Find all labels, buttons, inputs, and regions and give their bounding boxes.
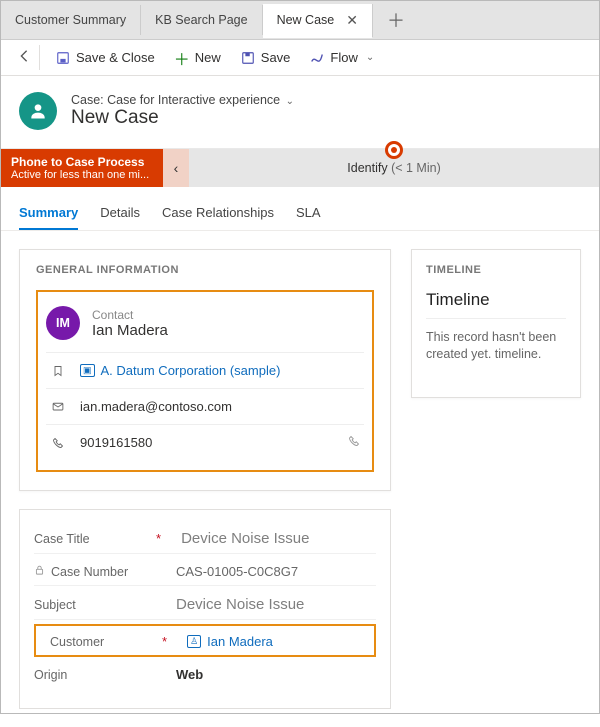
account-link[interactable]: ▣ A. Datum Corporation (sample): [80, 363, 280, 378]
contact-avatar: IM: [46, 306, 80, 340]
stage-duration: (< 1 Min): [391, 161, 441, 175]
email-row[interactable]: ian.madera@contoso.com: [46, 388, 364, 424]
contact-header: IM Contact Ian Madera: [46, 302, 364, 352]
contact-name: Ian Madera: [92, 322, 168, 339]
left-column: GENERAL INFORMATION IM Contact Ian Mader…: [19, 249, 391, 709]
record-header: Case: Case for Interactive experience ⌄ …: [1, 76, 599, 149]
main-content: GENERAL INFORMATION IM Contact Ian Mader…: [1, 231, 599, 727]
customer-link[interactable]: ♙ Ian Madera: [167, 634, 273, 649]
tab-label: Customer Summary: [15, 13, 126, 27]
tab-summary[interactable]: Summary: [19, 197, 78, 230]
origin-row[interactable]: Origin Web: [34, 657, 376, 688]
tab-customer-summary[interactable]: Customer Summary: [1, 5, 141, 35]
origin-label: Origin: [34, 668, 67, 682]
ctab-label: Case Relationships: [162, 205, 274, 220]
flow-button[interactable]: Flow ⌄: [302, 44, 382, 71]
phone-row[interactable]: 9019161580: [46, 424, 364, 460]
chevron-down-icon: ⌄: [366, 52, 374, 63]
save-close-button[interactable]: Save & Close: [48, 44, 163, 71]
page-title: New Case: [71, 107, 294, 129]
tab-details[interactable]: Details: [100, 197, 140, 230]
ctab-label: Details: [100, 205, 140, 220]
tab-case-relationships[interactable]: Case Relationships: [162, 197, 274, 230]
timeline-card: TIMELINE Timeline This record hasn't bee…: [411, 249, 581, 398]
tab-new-case[interactable]: New Case ✕: [263, 4, 373, 38]
subject-value[interactable]: Device Noise Issue: [156, 596, 376, 613]
timeline-section-heading: TIMELINE: [426, 264, 566, 276]
process-status: Active for less than one mi...: [11, 169, 153, 181]
process-name-cell[interactable]: Phone to Case Process Active for less th…: [1, 149, 163, 187]
new-button[interactable]: ＋ New: [167, 44, 229, 71]
bookmark-icon: [50, 364, 66, 378]
contact-icon: ♙: [187, 635, 201, 648]
save-close-label: Save & Close: [76, 50, 155, 65]
case-avatar: [19, 92, 57, 130]
ctab-label: SLA: [296, 205, 321, 220]
stage-label: Identify: [347, 161, 387, 175]
back-button[interactable]: [9, 45, 40, 70]
save-icon: [241, 51, 255, 65]
tab-label: New Case: [277, 13, 335, 27]
save-label: Save: [261, 50, 291, 65]
header-text: Case: Case for Interactive experience ⌄ …: [71, 93, 294, 129]
account-icon: ▣: [80, 364, 95, 377]
breadcrumb: Case: Case for Interactive experience: [71, 93, 280, 107]
call-icon[interactable]: [348, 435, 360, 450]
lock-icon: [34, 564, 45, 579]
case-number-row: Case Number CAS-01005-C0C8G7: [34, 554, 376, 586]
timeline-title: Timeline: [426, 290, 566, 310]
mail-icon: [50, 401, 66, 413]
case-title-label: Case Title: [34, 532, 90, 546]
avatar-initials: IM: [56, 316, 70, 330]
case-title-value[interactable]: Device Noise Issue: [161, 530, 376, 547]
subject-label: Subject: [34, 598, 76, 612]
general-info-card: GENERAL INFORMATION IM Contact Ian Mader…: [19, 249, 391, 491]
chevron-down-icon[interactable]: ⌄: [286, 96, 294, 107]
origin-value[interactable]: Web: [156, 667, 376, 682]
tab-label: KB Search Page: [155, 13, 247, 27]
customer-label: Customer: [50, 635, 104, 649]
subject-row[interactable]: Subject Device Noise Issue: [34, 586, 376, 620]
timeline-empty-message: This record hasn't been created yet. tim…: [426, 318, 566, 363]
phone-value: 9019161580: [80, 435, 152, 450]
company-row[interactable]: ▣ A. Datum Corporation (sample): [46, 352, 364, 388]
process-back-button[interactable]: ‹: [163, 149, 189, 187]
tab-bar: Customer Summary KB Search Page New Case…: [1, 1, 599, 40]
customer-highlight-row[interactable]: Customer * ♙ Ian Madera: [34, 624, 376, 657]
add-tab-button[interactable]: ＋: [373, 1, 419, 39]
ctab-label: Summary: [19, 205, 78, 220]
save-close-icon: [56, 51, 70, 65]
contact-highlight-box: IM Contact Ian Madera ▣ A. Datum Corpora…: [36, 290, 374, 472]
plus-icon: ＋: [175, 51, 189, 65]
flow-icon: [310, 51, 324, 65]
tab-sla[interactable]: SLA: [296, 197, 321, 230]
toolbar: Save & Close ＋ New Save Flow ⌄: [1, 40, 599, 76]
process-name: Phone to Case Process: [11, 155, 153, 169]
company-name: A. Datum Corporation (sample): [101, 363, 281, 378]
new-label: New: [195, 50, 221, 65]
contact-label: Contact: [92, 308, 168, 322]
tab-kb-search[interactable]: KB Search Page: [141, 5, 262, 35]
right-column: TIMELINE Timeline This record hasn't bee…: [411, 249, 581, 398]
email-value: ian.madera@contoso.com: [80, 399, 232, 414]
close-icon[interactable]: ✕: [346, 12, 358, 29]
case-number-value: CAS-01005-C0C8G7: [156, 564, 376, 579]
case-number-label: Case Number: [51, 565, 128, 579]
process-stage-identify[interactable]: Identify (< 1 Min): [189, 149, 599, 187]
customer-value: Ian Madera: [207, 634, 273, 649]
save-button[interactable]: Save: [233, 44, 299, 71]
case-title-row[interactable]: Case Title * Device Noise Issue: [34, 520, 376, 554]
general-section-heading: GENERAL INFORMATION: [36, 264, 374, 276]
case-form: Case Title * Device Noise Issue Case Num…: [19, 509, 391, 709]
process-bar: Phone to Case Process Active for less th…: [1, 149, 599, 187]
flow-label: Flow: [330, 50, 357, 65]
phone-icon: [50, 437, 66, 449]
stage-marker-icon: [385, 141, 403, 159]
form-tabs: Summary Details Case Relationships SLA: [1, 197, 599, 231]
